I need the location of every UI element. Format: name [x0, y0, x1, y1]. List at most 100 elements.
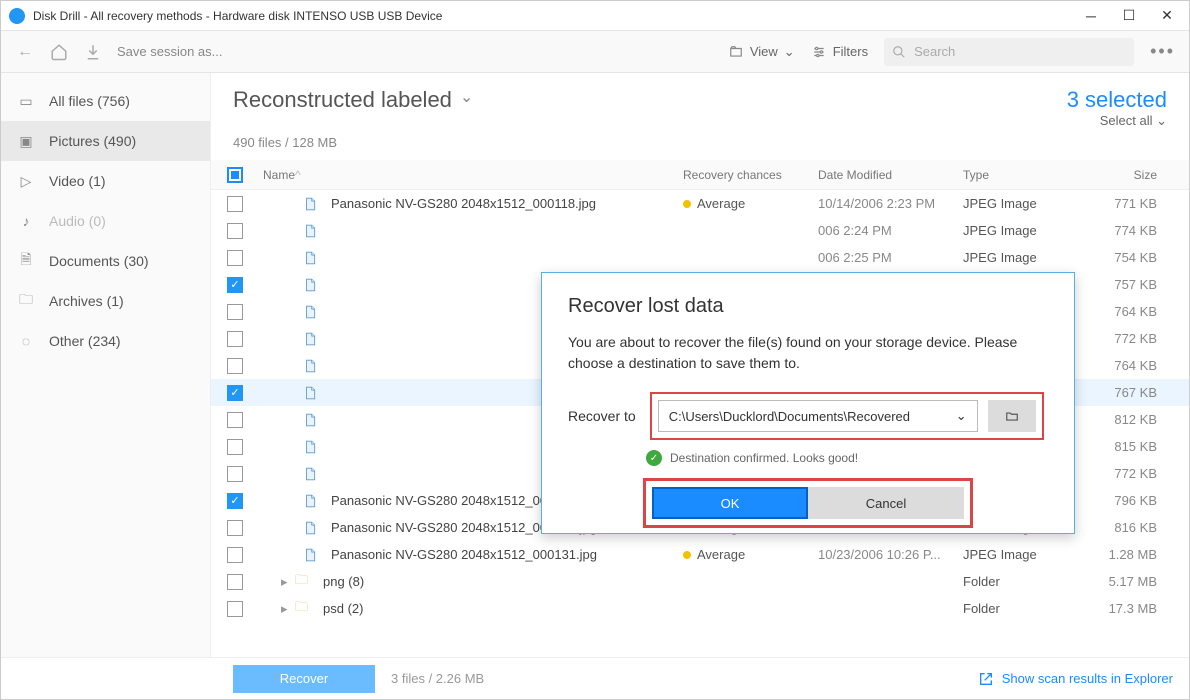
sidebar-item-all-files[interactable]: ▭All files (756): [1, 81, 210, 121]
row-checkbox[interactable]: [227, 439, 243, 455]
file-icon: [303, 385, 323, 401]
type-cell: JPEG Image: [963, 196, 1073, 211]
size-cell: 816 KB: [1073, 520, 1173, 535]
row-checkbox[interactable]: [227, 223, 243, 239]
date-cell: 10/14/2006 2:23 PM: [818, 196, 963, 211]
show-in-explorer-link[interactable]: Show scan results in Explorer: [978, 671, 1173, 687]
picture-icon: ▣: [17, 132, 35, 150]
size-cell: 764 KB: [1073, 358, 1173, 373]
row-checkbox[interactable]: ✓: [227, 493, 243, 509]
dialog-body: You are about to recover the file(s) fou…: [568, 332, 1048, 374]
table-row[interactable]: 006 2:25 PMJPEG Image754 KB: [211, 244, 1189, 271]
sidebar-item-documents[interactable]: 🗎 Documents (30): [1, 241, 210, 281]
row-checkbox[interactable]: [227, 412, 243, 428]
date-cell: 10/23/2006 10:26 P...: [818, 547, 963, 562]
file-name: Panasonic NV-GS280 2048x1512_000118.jpg: [331, 196, 596, 211]
table-row[interactable]: Panasonic NV-GS280 2048x1512_000118.jpgA…: [211, 190, 1189, 217]
sidebar-item-pictures[interactable]: ▣Pictures (490): [1, 121, 210, 161]
size-cell: 771 KB: [1073, 196, 1173, 211]
download-icon[interactable]: [83, 42, 103, 62]
page-title[interactable]: Reconstructed labeled: [233, 87, 452, 113]
table-row[interactable]: Panasonic NV-GS280 2048x1512_000131.jpgA…: [211, 541, 1189, 568]
sidebar-item-label: Documents (30): [49, 253, 149, 269]
expand-icon[interactable]: ▸: [281, 601, 291, 617]
row-checkbox[interactable]: ✓: [227, 277, 243, 293]
filters-button[interactable]: Filters: [811, 44, 868, 59]
size-cell: 772 KB: [1073, 331, 1173, 346]
close-button[interactable]: ✕: [1157, 6, 1177, 26]
sidebar: ▭All files (756) ▣Pictures (490) ▷Video …: [1, 73, 211, 657]
type-cell: Folder: [963, 601, 1073, 616]
row-checkbox[interactable]: [227, 547, 243, 563]
row-checkbox[interactable]: [227, 520, 243, 536]
col-size[interactable]: Size: [1073, 168, 1173, 182]
col-name[interactable]: Name^: [263, 168, 683, 182]
chevron-down-icon[interactable]: ⌄: [460, 87, 473, 107]
destination-dropdown[interactable]: C:\Users\Ducklord\Documents\Recovered ⌄: [658, 400, 978, 432]
row-checkbox[interactable]: [227, 250, 243, 266]
search-icon: [892, 45, 906, 59]
button-highlight-box: OK Cancel: [643, 478, 973, 528]
minimize-button[interactable]: ─: [1081, 6, 1101, 26]
chevron-down-icon: ⌄: [784, 44, 795, 60]
search-input[interactable]: Search: [884, 38, 1134, 66]
home-icon[interactable]: [49, 42, 69, 62]
col-recovery[interactable]: Recovery chances: [683, 168, 818, 182]
file-icon: [303, 196, 323, 212]
back-icon[interactable]: ←: [15, 42, 35, 62]
sidebar-item-archives[interactable]: 🗀Archives (1): [1, 281, 210, 321]
ok-button[interactable]: OK: [652, 487, 808, 519]
selected-count: 3 selected: [1067, 87, 1167, 113]
row-checkbox[interactable]: [227, 304, 243, 320]
view-dropdown[interactable]: View ⌄: [728, 44, 795, 60]
row-checkbox[interactable]: [227, 574, 243, 590]
sidebar-item-label: Other (234): [49, 333, 121, 349]
col-type[interactable]: Type: [963, 168, 1073, 182]
type-cell: JPEG Image: [963, 547, 1073, 562]
dialog-title: Recover lost data: [568, 295, 1048, 318]
row-checkbox[interactable]: [227, 466, 243, 482]
sidebar-item-other[interactable]: ◌Other (234): [1, 321, 210, 361]
file-name: png (8): [323, 574, 364, 589]
row-checkbox[interactable]: ✓: [227, 385, 243, 401]
header-checkbox[interactable]: [227, 167, 243, 183]
folder-icon: [728, 45, 744, 59]
footer: Recover 3 files / 2.26 MB Show scan resu…: [1, 657, 1189, 699]
col-date[interactable]: Date Modified: [818, 168, 963, 182]
file-icon: [303, 304, 323, 320]
chevron-down-icon: ⌄: [956, 408, 967, 424]
row-checkbox[interactable]: [227, 601, 243, 617]
row-checkbox[interactable]: [227, 331, 243, 347]
window-title: Disk Drill - All recovery methods - Hard…: [33, 9, 1081, 23]
document-icon: 🗎: [17, 252, 35, 270]
file-icon: [303, 439, 323, 455]
recover-button[interactable]: Recover: [233, 665, 375, 693]
maximize-button[interactable]: ☐: [1119, 6, 1139, 26]
expand-icon[interactable]: ▸: [281, 574, 291, 590]
row-checkbox[interactable]: [227, 358, 243, 374]
sort-indicator-icon: ^: [295, 168, 301, 182]
table-row[interactable]: 006 2:24 PMJPEG Image774 KB: [211, 217, 1189, 244]
sidebar-item-video[interactable]: ▷Video (1): [1, 161, 210, 201]
sidebar-item-audio[interactable]: ♪Audio (0): [1, 201, 210, 241]
search-placeholder: Search: [914, 44, 955, 59]
cancel-button[interactable]: Cancel: [808, 487, 964, 519]
file-icon: [303, 520, 323, 536]
view-label: View: [750, 44, 778, 59]
table-row[interactable]: ▸🗀png (8)Folder5.17 MB: [211, 568, 1189, 595]
select-all-link[interactable]: Select all ⌄: [1067, 113, 1167, 129]
size-cell: 774 KB: [1073, 223, 1173, 238]
browse-button[interactable]: [988, 400, 1036, 432]
file-icon: [303, 358, 323, 374]
row-checkbox[interactable]: [227, 196, 243, 212]
more-menu-icon[interactable]: •••: [1150, 41, 1175, 62]
check-circle-icon: ✓: [646, 450, 662, 466]
page-subtitle: 490 files / 128 MB: [211, 135, 1189, 160]
recover-to-label: Recover to: [568, 408, 636, 424]
file-icon: [303, 277, 323, 293]
table-row[interactable]: ▸🗀psd (2)Folder17.3 MB: [211, 595, 1189, 622]
file-icon: [303, 466, 323, 482]
file-icon: [303, 493, 323, 509]
save-session-label[interactable]: Save session as...: [117, 44, 223, 59]
file-icon: [303, 250, 323, 266]
